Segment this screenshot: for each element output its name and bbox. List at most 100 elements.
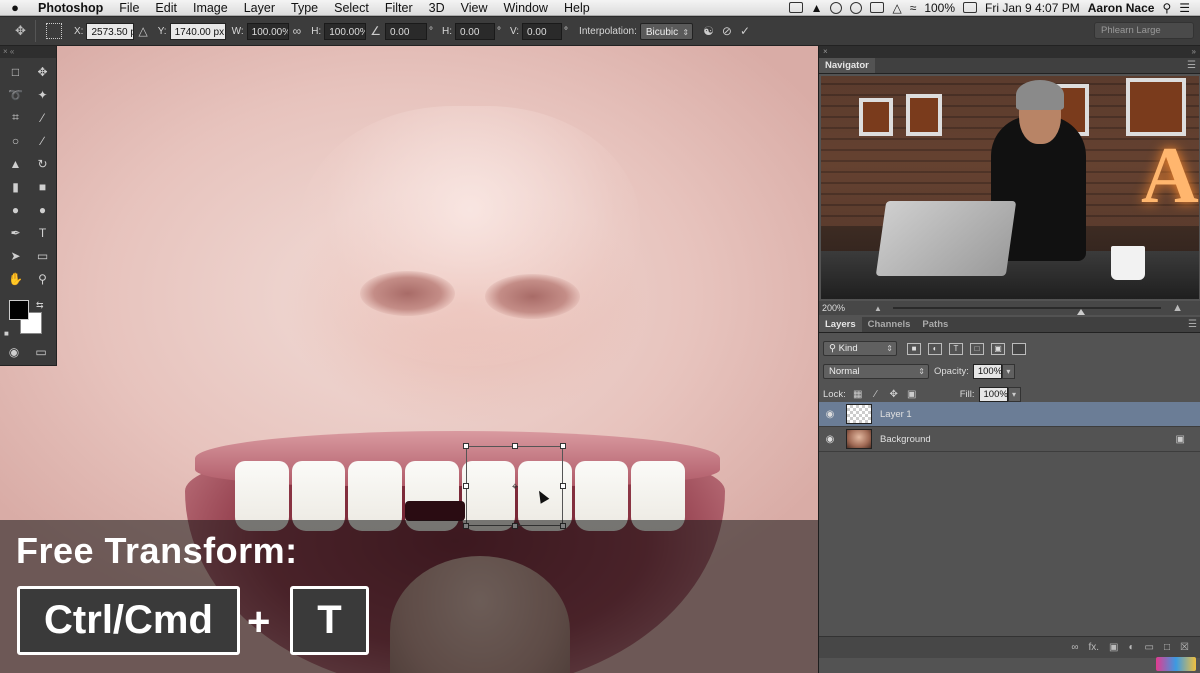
- delete-layer-trash-icon[interactable]: ☒: [1180, 642, 1189, 653]
- commit-transform-icon[interactable]: ✓: [740, 24, 750, 38]
- fill-dropdown-icon[interactable]: ▾: [1007, 387, 1021, 402]
- time-machine-icon[interactable]: [850, 1, 863, 14]
- rectangle-tool-icon[interactable]: ▭: [29, 246, 56, 265]
- wifi-icon[interactable]: ≈: [910, 1, 917, 15]
- menu-3d[interactable]: 3D: [421, 1, 453, 15]
- layer-lock-icon[interactable]: ▣: [1176, 434, 1185, 445]
- add-mask-icon[interactable]: ▣: [1109, 642, 1118, 653]
- history-brush-tool-icon[interactable]: ↻: [29, 154, 56, 173]
- default-colors-icon[interactable]: ■: [4, 324, 9, 343]
- warp-icon[interactable]: ☯: [703, 24, 714, 38]
- menu-view[interactable]: View: [453, 1, 496, 15]
- menu-file[interactable]: File: [111, 1, 147, 15]
- healing-brush-tool-icon[interactable]: ○: [2, 131, 29, 150]
- transform-handle-tl[interactable]: [463, 443, 469, 449]
- type-tool-icon[interactable]: T: [29, 223, 56, 242]
- blend-mode-select[interactable]: Normal: [823, 364, 929, 379]
- navigator-zoom-slider-knob[interactable]: [1076, 309, 1085, 315]
- layer-name[interactable]: Background: [880, 434, 931, 445]
- tab-channels[interactable]: Channels: [862, 317, 917, 332]
- zoom-out-icon[interactable]: ▲: [874, 304, 882, 313]
- tool-preset-picker[interactable]: ✥: [6, 20, 36, 42]
- display-icon[interactable]: [870, 2, 885, 13]
- path-selection-tool-icon[interactable]: ➤: [2, 246, 29, 265]
- hskew-input[interactable]: 0.00: [454, 22, 495, 40]
- blur-tool-icon[interactable]: ●: [2, 200, 29, 219]
- layer-row-background[interactable]: ◉ Background ▣: [819, 427, 1200, 452]
- transform-bounding-box[interactable]: ⌖: [463, 443, 566, 529]
- zoom-tool-icon[interactable]: ⚲: [29, 269, 56, 288]
- marquee-tool-icon[interactable]: □: [2, 62, 29, 81]
- x-input[interactable]: 2573.50 px: [86, 22, 135, 40]
- quick-mask-icon[interactable]: ◉: [4, 342, 24, 361]
- sync-icon[interactable]: [830, 1, 843, 14]
- menu-type[interactable]: Type: [283, 1, 326, 15]
- y-input[interactable]: 1740.00 px: [169, 22, 226, 40]
- link-icon[interactable]: ∞: [293, 24, 302, 38]
- filter-shape-icon[interactable]: □: [970, 342, 984, 355]
- filter-type-icon[interactable]: T: [949, 342, 963, 355]
- foreground-color-swatch[interactable]: [9, 300, 29, 320]
- reference-point-icon[interactable]: [46, 23, 62, 39]
- eyedropper-tool-icon[interactable]: ⁄: [29, 108, 56, 127]
- filter-adjustment-icon[interactable]: ◐: [928, 342, 942, 355]
- tools-panel-header[interactable]: × «: [0, 46, 56, 58]
- navigator-zoom-value[interactable]: 200%: [822, 303, 845, 313]
- swap-colors-icon[interactable]: ⇆: [36, 296, 44, 315]
- link-layers-icon[interactable]: ∞: [1071, 642, 1078, 653]
- layer-name[interactable]: Layer 1: [880, 409, 912, 420]
- navigator-dock-header[interactable]: ×»: [819, 46, 1200, 58]
- menu-help[interactable]: Help: [556, 1, 598, 15]
- camera-icon[interactable]: [788, 2, 803, 13]
- layer-thumbnail[interactable]: [846, 429, 872, 449]
- transform-handle-r[interactable]: [560, 483, 566, 489]
- layer-style-fx-icon[interactable]: fx.: [1088, 642, 1099, 653]
- layers-panel-menu-icon[interactable]: ☰: [1188, 319, 1197, 330]
- filter-toggle-icon[interactable]: [1012, 342, 1026, 355]
- height-input[interactable]: 100.00%: [324, 22, 367, 40]
- gradient-tool-icon[interactable]: ■: [29, 177, 56, 196]
- clock[interactable]: Fri Jan 9 4:07 PM: [985, 1, 1080, 15]
- filter-pixel-icon[interactable]: ■: [907, 342, 921, 355]
- tab-layers[interactable]: Layers: [819, 317, 862, 332]
- clone-stamp-tool-icon[interactable]: ▲: [2, 154, 29, 173]
- pen-tool-icon[interactable]: ✒: [2, 223, 29, 242]
- menu-image[interactable]: Image: [185, 1, 236, 15]
- opacity-dropdown-icon[interactable]: ▾: [1001, 364, 1015, 379]
- zoom-in-icon[interactable]: ▲: [1172, 302, 1183, 314]
- spotlight-search-icon[interactable]: ⚲: [1162, 1, 1171, 15]
- new-layer-icon[interactable]: □: [1164, 642, 1170, 653]
- lock-transparent-pixels-icon[interactable]: ▦: [852, 389, 864, 401]
- notification-center-icon[interactable]: ☰: [1179, 1, 1190, 15]
- move-tool-icon[interactable]: ✥: [29, 62, 56, 81]
- new-group-folder-icon[interactable]: ▭: [1145, 642, 1154, 653]
- layer-row-layer-1[interactable]: ◉ Layer 1: [819, 402, 1200, 427]
- user-name[interactable]: Aaron Nace: [1088, 1, 1155, 15]
- menu-filter[interactable]: Filter: [377, 1, 421, 15]
- filter-smart-object-icon[interactable]: ▣: [991, 342, 1005, 355]
- layer-thumbnail[interactable]: [846, 404, 872, 424]
- vskew-input[interactable]: 0.00: [522, 22, 563, 40]
- menu-edit[interactable]: Edit: [147, 1, 185, 15]
- filter-kind-select[interactable]: ⚲ Kind: [823, 341, 897, 356]
- tab-paths[interactable]: Paths: [916, 317, 954, 332]
- magic-wand-tool-icon[interactable]: ✦: [29, 85, 56, 104]
- cancel-transform-icon[interactable]: ⊘: [722, 24, 732, 38]
- transform-handle-l[interactable]: [463, 483, 469, 489]
- tab-navigator[interactable]: Navigator: [819, 58, 875, 73]
- apple-icon[interactable]: ●: [0, 0, 30, 15]
- brush-tool-icon[interactable]: ∕: [29, 131, 56, 150]
- reference-point-crosshair-icon[interactable]: ⌖: [510, 482, 520, 493]
- menu-app-photoshop[interactable]: Photoshop: [30, 1, 111, 15]
- lock-all-icon[interactable]: ▣: [906, 389, 918, 401]
- navigator-zoom-slider[interactable]: [893, 307, 1161, 315]
- crop-tool-icon[interactable]: ⌗: [2, 108, 29, 127]
- hand-tool-icon[interactable]: ✋: [2, 269, 29, 288]
- screen-mode-icon[interactable]: ▭: [31, 342, 51, 361]
- menu-layer[interactable]: Layer: [236, 1, 283, 15]
- close-icon[interactable]: ×: [823, 46, 828, 58]
- menu-select[interactable]: Select: [326, 1, 377, 15]
- lock-image-pixels-icon[interactable]: ∕: [870, 389, 882, 401]
- notification-icon[interactable]: ▲: [811, 1, 823, 15]
- rotate-input[interactable]: 0.00: [384, 22, 427, 40]
